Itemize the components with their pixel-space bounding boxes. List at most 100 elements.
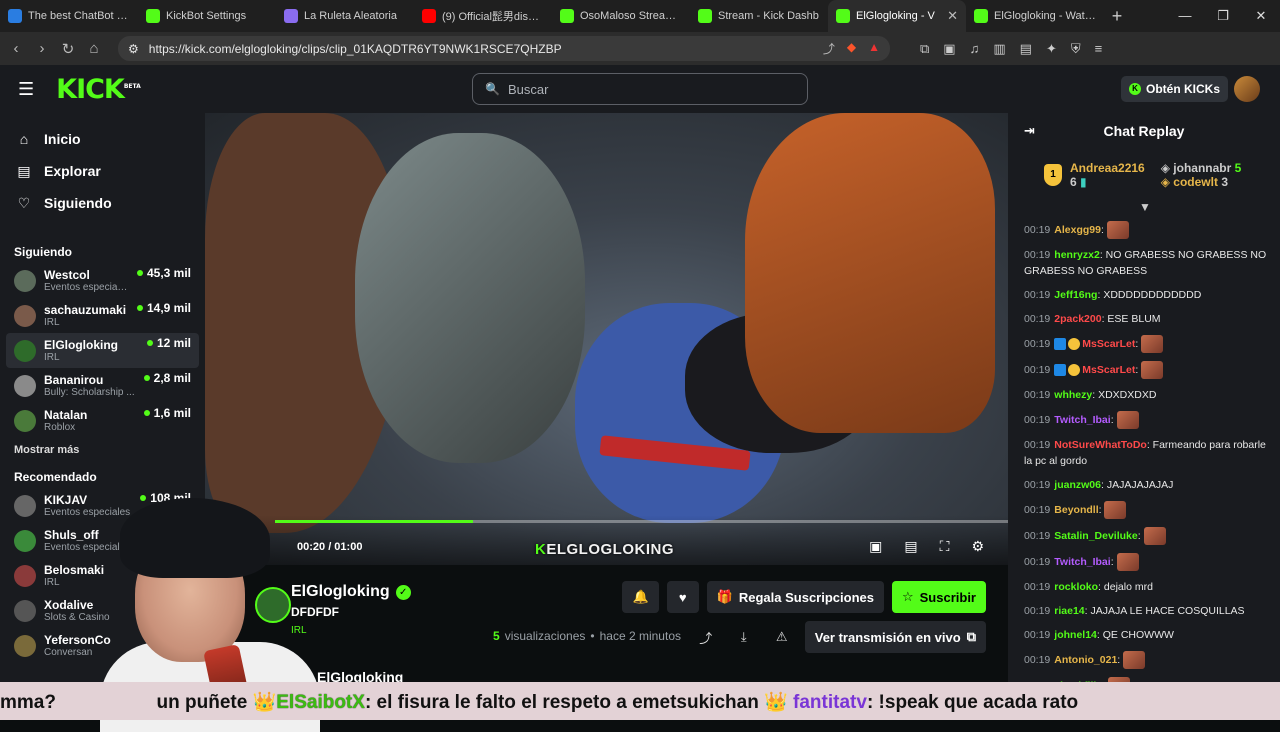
message-username[interactable]: henryzx2 — [1054, 249, 1100, 261]
browser-tab[interactable]: ElGlogloking - V ✕ — [828, 0, 966, 32]
live-dot-icon — [136, 270, 143, 276]
extension-icon[interactable]: ≡ — [1095, 41, 1103, 57]
channel-item[interactable]: ElGlogloking IRL 12 mil — [6, 333, 199, 368]
brave-shields-icon[interactable]: ◆ — [847, 40, 856, 57]
fullscreen-icon[interactable]: ⛶ — [940, 538, 950, 555]
message-username[interactable]: Antonio_021 — [1054, 654, 1117, 666]
extension-icon[interactable]: ▤ — [1020, 41, 1032, 57]
clip-time-ago: hace 2 minutos — [599, 629, 681, 643]
extension-icon[interactable]: ✦ — [1046, 41, 1057, 57]
browser-tab[interactable]: (9) Official髭男dism - S — [414, 0, 552, 32]
watch-live-button[interactable]: Ver transmisión en vivo ⧉ — [804, 621, 986, 653]
message-username[interactable]: 2pack200 — [1054, 313, 1101, 325]
verified-icon: ✓ — [395, 584, 411, 600]
extension-icon[interactable]: ▣ — [943, 41, 955, 57]
nav-label: Siguiendo — [44, 195, 112, 211]
channel-category: IRL — [44, 352, 60, 363]
notify-button[interactable]: 🔔 — [622, 581, 659, 613]
chat-messages: 00:19 Alexgg99: 00:19 henryzx2: NO GRABESS… — [1008, 217, 1280, 699]
url-text[interactable]: https://kick.com/elglogloking/clips/clip… — [149, 42, 562, 56]
chat-filter-icon[interactable]: ▼ — [1139, 200, 1151, 214]
site-info-icon[interactable]: ⚙ — [128, 42, 139, 56]
browser-tab[interactable]: Stream - Kick Dashb — [690, 0, 828, 32]
settings-icon[interactable]: ⚙ — [971, 538, 984, 555]
browser-tab[interactable]: KickBot Settings — [138, 0, 276, 32]
message-username[interactable]: Beyondll — [1054, 504, 1098, 516]
message-time: 00:19 — [1024, 503, 1051, 516]
collapse-chat-icon[interactable]: ⇥ — [1024, 123, 1035, 139]
forward-icon[interactable]: › — [34, 40, 50, 57]
channel-item[interactable]: Natalan Roblox 1,6 mil — [0, 403, 205, 438]
new-tab-icon[interactable]: + — [1104, 6, 1130, 27]
pip-icon[interactable]: ▣ — [869, 538, 882, 555]
leader-second[interactable]: ◈ johannabr 5 — [1161, 161, 1242, 175]
close-window-icon[interactable]: ✕ — [1242, 8, 1280, 24]
maximize-icon[interactable]: ❐ — [1204, 8, 1242, 24]
kick-logo[interactable]: KICKBETA — [56, 74, 141, 105]
brave-rewards-icon[interactable]: ▲ — [868, 40, 880, 57]
message-username[interactable]: whhezy — [1054, 389, 1092, 401]
show-more-link[interactable]: Mostrar más — [0, 438, 205, 470]
search-input[interactable]: 🔍 Buscar — [472, 73, 808, 105]
extension-icon[interactable]: ⛨ — [1071, 41, 1081, 57]
nav-item-following[interactable]: ♡ Siguiendo — [0, 187, 205, 219]
message-username[interactable]: MsScarLet — [1082, 338, 1135, 350]
extension-icon[interactable]: ▥ — [993, 41, 1005, 57]
message-username[interactable]: NotSureWhatToDo — [1054, 439, 1147, 451]
chat-message: 00:19 whhezy: XDXDXDXD — [1024, 389, 1157, 401]
message-username[interactable]: Twitch_Ibai — [1054, 414, 1110, 426]
channel-item[interactable]: sachauzumaki IRL 14,9 mil — [0, 298, 205, 333]
browser-tab[interactable]: The best ChatBot and W — [0, 0, 138, 32]
channel-avatar — [14, 494, 36, 517]
back-icon[interactable]: ‹ — [8, 40, 24, 57]
live-dot-icon — [143, 375, 150, 381]
message-username[interactable]: Satalin_Deviluke — [1054, 530, 1137, 542]
follow-button[interactable]: ♥ — [666, 581, 699, 613]
browser-tab[interactable]: OsoMaloso Stream - W — [552, 0, 690, 32]
video-progress-bar[interactable] — [275, 520, 1008, 523]
user-avatar[interactable] — [1234, 76, 1260, 102]
home-icon[interactable]: ⌂ — [86, 40, 102, 57]
download-icon[interactable]: ⤓ — [729, 622, 759, 652]
browser-tab[interactable]: ElGlogloking - Watch cl — [966, 0, 1104, 32]
report-icon[interactable]: ⚠ — [767, 622, 797, 652]
leader-third[interactable]: ◈ codewlt 3 — [1161, 175, 1242, 189]
message-username[interactable]: johnel14 — [1054, 629, 1097, 641]
message-username[interactable]: juanzw06 — [1054, 479, 1101, 491]
browser-tab[interactable]: La Ruleta Aleatoria — [276, 0, 414, 32]
channel-item[interactable]: Bananirou Bully: Scholarship ... 2,8 mil — [0, 368, 205, 403]
nav-item-home[interactable]: ⌂ Inicio — [0, 123, 205, 155]
chat-message: 00:19 Twitch_Ibai: — [1024, 549, 1268, 575]
share-page-icon[interactable]: ⤴ — [823, 40, 835, 57]
reload-icon[interactable]: ↻ — [60, 40, 76, 58]
message-username[interactable]: MsScarLet — [1082, 364, 1135, 376]
theater-mode-icon[interactable]: ▤ — [904, 538, 917, 555]
watermark-k: K — [535, 541, 547, 558]
message-username[interactable]: Jeff16ng — [1054, 289, 1097, 301]
clip-secondary-actions: ⤴ ⤓ ⚠ Ver transmisión en vivo ⧉ — [691, 621, 986, 653]
leader-first[interactable]: Andreaa2216 6 ▮ — [1070, 161, 1145, 189]
channel-avatar — [14, 409, 36, 432]
message-username[interactable]: Twitch_Ibai — [1054, 556, 1110, 568]
emote-icon — [1141, 361, 1164, 379]
tab-favicon-icon — [8, 9, 22, 23]
tab-title: ElGlogloking - Watch cl — [994, 10, 1096, 22]
video-player[interactable]: 00:20 / 01:00 KELGLOGLOKING ▣ ▤ ⛶ ⚙ — [205, 113, 1008, 565]
channel-item[interactable]: Westcol Eventos especiales 45,3 mil — [0, 263, 205, 298]
minimize-icon[interactable]: — — [1166, 8, 1204, 24]
nav-item-explore[interactable]: ▤ Explorar — [0, 155, 205, 187]
nav-label: Explorar — [44, 163, 101, 179]
gift-subs-button[interactable]: 🎁 Regala Suscripciones — [706, 581, 884, 613]
close-tab-icon[interactable]: ✕ — [947, 8, 958, 24]
message-username[interactable]: rockloko — [1054, 581, 1098, 593]
subscribe-button[interactable]: ☆ Suscribir — [891, 581, 986, 613]
share-icon[interactable]: ⤴ — [691, 622, 721, 652]
address-bar[interactable]: ⚙ https://kick.com/elglogloking/clips/cl… — [118, 36, 890, 61]
extension-icon[interactable]: ⧉ — [920, 41, 929, 57]
extension-icon[interactable]: ♫ — [970, 41, 980, 57]
get-kicks-button[interactable]: K Obtén KICKs — [1120, 76, 1228, 102]
menu-icon[interactable]: ☰ — [18, 79, 34, 100]
nav-label: Inicio — [44, 131, 81, 147]
message-username[interactable]: riae14 — [1054, 605, 1084, 617]
message-username[interactable]: Alexgg99 — [1054, 224, 1101, 236]
